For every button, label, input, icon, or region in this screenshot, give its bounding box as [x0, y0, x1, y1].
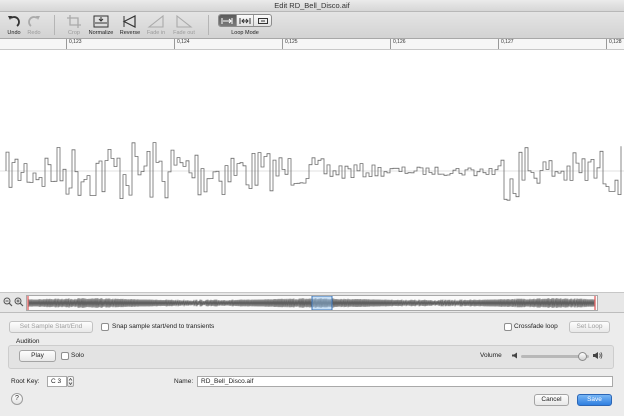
- waveform-graphic: [0, 142, 624, 201]
- crop-button[interactable]: Crop: [59, 13, 89, 38]
- reverse-icon: [122, 15, 136, 28]
- root-key-label: Root Key:: [11, 378, 40, 385]
- redo-icon: [28, 16, 40, 27]
- ruler-tick: 0,124: [174, 39, 190, 49]
- root-key-stepper[interactable]: [67, 376, 74, 387]
- loop-forward-segment[interactable]: [219, 15, 237, 26]
- save-button[interactable]: Save: [577, 394, 612, 406]
- volume-low-icon: [512, 352, 517, 359]
- set-sample-start-end-button[interactable]: Set Sample Start/End: [9, 321, 93, 333]
- loop-pingpong-segment[interactable]: [237, 15, 255, 26]
- loop-mode-control: [218, 14, 272, 27]
- ruler-tick: 0,125: [282, 39, 298, 49]
- loop-off-icon: [257, 17, 268, 24]
- overview-strip: [0, 293, 624, 313]
- name-field[interactable]: RD_Bell_Disco.aif: [197, 376, 613, 387]
- redo-button[interactable]: Redo: [19, 13, 49, 38]
- loop-forward-icon: [221, 17, 233, 24]
- volume-slider[interactable]: [521, 352, 589, 361]
- normalize-button[interactable]: Normalize: [86, 13, 116, 38]
- zoom-out-icon[interactable]: [3, 297, 13, 307]
- toolbar: Undo Redo Crop Normalize Reverse Fade in…: [0, 12, 624, 39]
- loop-region-handle[interactable]: [311, 295, 333, 311]
- fade-out-button[interactable]: Fade out: [169, 13, 199, 38]
- snap-to-transients-label: Snap sample start/end to transients: [112, 323, 215, 330]
- snap-to-transients-checkbox[interactable]: [101, 323, 109, 331]
- fade-in-button[interactable]: Fade in: [141, 13, 171, 38]
- volume-label: Volume: [480, 352, 502, 359]
- volume-slider-knob[interactable]: [577, 352, 587, 361]
- name-label: Name:: [174, 378, 194, 385]
- solo-checkbox[interactable]: [61, 352, 69, 360]
- waveform-view[interactable]: [0, 50, 624, 293]
- stepper-arrows-icon: [68, 377, 73, 386]
- ruler-tick: 0,123: [66, 39, 82, 49]
- overview-waveform[interactable]: [26, 295, 598, 311]
- toolbar-separator: [208, 15, 209, 35]
- volume-high-icon: [593, 352, 603, 359]
- zoom-in-icon[interactable]: [14, 297, 24, 307]
- normalize-icon: [93, 15, 109, 28]
- overview-waveform-graphic: [27, 295, 596, 311]
- loop-off-segment[interactable]: [254, 15, 271, 26]
- toolbar-separator: [54, 15, 55, 35]
- cancel-button[interactable]: Cancel: [534, 394, 569, 406]
- crossfade-loop-checkbox[interactable]: [504, 323, 512, 331]
- time-ruler[interactable]: 0,123 0,124 0,125 0,126 0,127 0,128: [0, 39, 624, 50]
- solo-label: Solo: [71, 352, 85, 359]
- loop-mode-label: Loop Mode: [231, 30, 259, 36]
- crossfade-loop-label: Crossfade loop: [514, 323, 558, 330]
- loop-pingpong-icon: [239, 17, 251, 24]
- help-button[interactable]: ?: [11, 393, 23, 405]
- set-loop-button[interactable]: Set Loop: [569, 321, 610, 333]
- root-key-field[interactable]: C 3: [47, 376, 67, 387]
- play-button[interactable]: Play: [19, 350, 56, 362]
- ruler-tick: 0,128: [606, 39, 622, 49]
- window-title: Edit RD_Bell_Disco.aif: [0, 0, 624, 12]
- ruler-tick: 0,127: [498, 39, 514, 49]
- fade-out-icon: [176, 14, 193, 28]
- fade-in-icon: [147, 14, 164, 28]
- ruler-tick: 0,126: [390, 39, 406, 49]
- crop-icon: [67, 15, 81, 28]
